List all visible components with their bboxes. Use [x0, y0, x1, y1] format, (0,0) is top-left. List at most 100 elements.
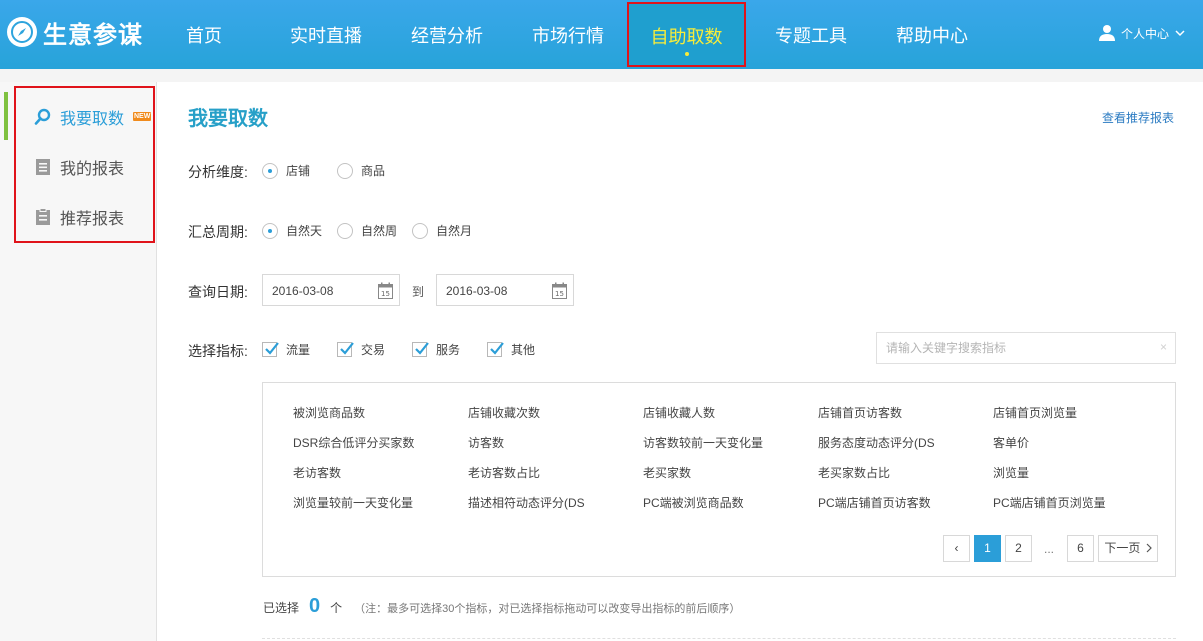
calendar-icon[interactable]: 15	[378, 282, 393, 299]
metric-item[interactable]: 店铺收藏人数	[643, 404, 715, 421]
user-icon	[1098, 25, 1115, 41]
metric-item[interactable]: 服务态度动态评分(DS	[818, 434, 935, 451]
page-ellipsis: ...	[1044, 542, 1055, 556]
chevron-right-icon	[1146, 543, 1152, 553]
user-menu-label: 个人中心	[1120, 26, 1169, 41]
end-date-input[interactable]: 2016-03-08 15	[436, 274, 574, 306]
metric-item[interactable]: 店铺首页访客数	[818, 404, 902, 421]
checkbox-label: 交易	[361, 343, 386, 357]
recommended-reports-link[interactable]: 查看推荐报表	[1102, 109, 1174, 126]
radio-circle	[337, 222, 353, 239]
selected-label: 已选择	[263, 601, 300, 615]
selected-note: （注：最多可选择30个指标，对已选择指标拖动可以改变导出指标的前后顺序）	[354, 603, 741, 615]
radio-dimension-product[interactable]: 商品	[337, 162, 385, 179]
checkbox-other[interactable]: 其他	[487, 341, 535, 358]
nav-business-analysis[interactable]: 经营分析	[411, 0, 483, 69]
top-nav-bar: 生意参谋 首页 实时直播 经营分析 市场行情 自助取数 专题工具 帮助中心 个人…	[0, 0, 1203, 69]
indicator-search: ×	[876, 332, 1176, 364]
logo[interactable]: 生意参谋	[7, 14, 143, 50]
metric-item[interactable]: PC端店铺首页访客数	[818, 494, 931, 511]
brand-name: 生意参谋	[43, 21, 143, 49]
sidebar-item-label: 我的报表	[60, 161, 125, 178]
radio-label: 自然月	[436, 224, 473, 238]
radio-label: 自然周	[361, 224, 398, 238]
sidebar-item-recommended-reports[interactable]: 推荐报表	[34, 205, 124, 229]
start-date-value: 2016-03-08	[272, 284, 334, 298]
nav-self-service-data[interactable]: 自助取数	[627, 2, 746, 67]
checkbox-label: 其他	[511, 343, 536, 357]
nav-self-service-label: 自助取数	[650, 27, 723, 47]
new-badge: NEW	[133, 112, 152, 121]
metric-item[interactable]: 客单价	[993, 434, 1029, 451]
metric-item[interactable]: PC端店铺首页浏览量	[993, 494, 1106, 511]
metric-item[interactable]: 描述相符动态评分(DS	[468, 494, 585, 511]
metric-item[interactable]: PC端被浏览商品数	[643, 494, 744, 511]
checkbox-box	[262, 342, 279, 357]
page-button-2[interactable]: 2	[1005, 535, 1032, 562]
radio-label: 商品	[361, 164, 386, 178]
sidebar-active-accent	[4, 92, 8, 140]
user-menu[interactable]: 个人中心	[1098, 24, 1185, 42]
start-date-input[interactable]: 2016-03-08 15	[262, 274, 400, 306]
radio-period-month[interactable]: 自然月	[412, 222, 472, 239]
nav-home[interactable]: 首页	[186, 0, 222, 69]
checkbox-label: 服务	[436, 343, 461, 357]
sidebar-item-get-data[interactable]: 我要取数	[34, 105, 124, 129]
date-range-separator: 到	[412, 285, 425, 299]
indicators-label: 选择指标:	[188, 343, 248, 359]
dimension-label: 分析维度:	[188, 164, 248, 180]
metric-item[interactable]: 访客数	[468, 434, 504, 451]
metric-item[interactable]: 浏览量较前一天变化量	[293, 494, 413, 511]
nav-help-center[interactable]: 帮助中心	[896, 0, 968, 69]
metric-item[interactable]: 访客数较前一天变化量	[643, 434, 763, 451]
metric-item[interactable]: 被浏览商品数	[293, 404, 365, 421]
chevron-down-icon	[1175, 30, 1185, 37]
radio-period-day[interactable]: 自然天	[262, 222, 322, 239]
radio-circle	[412, 222, 428, 239]
next-page-button[interactable]: 下一页	[1098, 535, 1158, 562]
radio-label: 自然天	[286, 224, 323, 238]
document-icon	[36, 159, 50, 175]
clear-icon[interactable]: ×	[1160, 340, 1167, 354]
metric-item[interactable]: 老买家数占比	[818, 464, 890, 481]
indicator-search-input[interactable]	[886, 333, 1146, 363]
checkbox-transaction[interactable]: 交易	[337, 341, 385, 358]
page-button-1[interactable]: 1	[974, 535, 1001, 562]
radio-circle	[337, 162, 353, 179]
checkbox-label: 流量	[286, 343, 311, 357]
nav-live[interactable]: 实时直播	[290, 0, 362, 69]
metric-item[interactable]: 老买家数	[643, 464, 691, 481]
nav-market[interactable]: 市场行情	[532, 0, 604, 69]
compass-icon	[7, 17, 37, 47]
page-title: 我要取数	[188, 108, 268, 130]
divider	[262, 638, 1176, 639]
radio-period-week[interactable]: 自然周	[337, 222, 397, 239]
metric-item[interactable]: 老访客数	[293, 464, 341, 481]
checkmark-icon	[265, 342, 279, 355]
search-icon	[34, 108, 51, 125]
nav-special-tools[interactable]: 专题工具	[775, 0, 847, 69]
active-indicator-dot	[684, 52, 689, 56]
period-label: 汇总周期:	[188, 224, 248, 240]
metric-item[interactable]: DSR综合低评分买家数	[293, 434, 414, 451]
prev-page-button[interactable]: ‹	[943, 535, 970, 562]
radio-circle	[262, 162, 278, 179]
page-button-6[interactable]: 6	[1067, 535, 1094, 562]
checkbox-traffic[interactable]: 流量	[262, 341, 310, 358]
sidebar-item-my-reports[interactable]: 我的报表	[34, 155, 124, 179]
metric-item[interactable]: 店铺收藏次数	[468, 404, 540, 421]
clipboard-icon	[36, 208, 50, 225]
metric-item[interactable]: 老访客数占比	[468, 464, 540, 481]
metric-item[interactable]: 店铺首页浏览量	[993, 404, 1077, 421]
next-page-label: 下一页	[1104, 541, 1141, 555]
checkbox-service[interactable]: 服务	[412, 341, 460, 358]
checkmark-icon	[415, 342, 429, 355]
end-date-value: 2016-03-08	[446, 284, 508, 298]
checkbox-box	[412, 342, 429, 357]
metric-item[interactable]: 浏览量	[993, 464, 1029, 481]
selected-summary: 已选择 0 个 （注：最多可选择30个指标，对已选择指标拖动可以改变导出指标的前…	[263, 595, 740, 618]
checkbox-box	[487, 342, 504, 357]
calendar-icon[interactable]: 15	[552, 282, 567, 299]
checkbox-box	[337, 342, 354, 357]
radio-dimension-shop[interactable]: 店铺	[262, 162, 310, 179]
